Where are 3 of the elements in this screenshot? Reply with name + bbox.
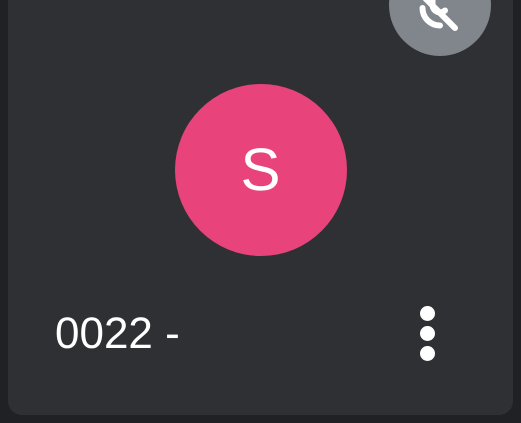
more-options-button[interactable] [418, 304, 437, 363]
avatar: S [174, 84, 346, 256]
participant-name: 0022 - [55, 312, 180, 356]
